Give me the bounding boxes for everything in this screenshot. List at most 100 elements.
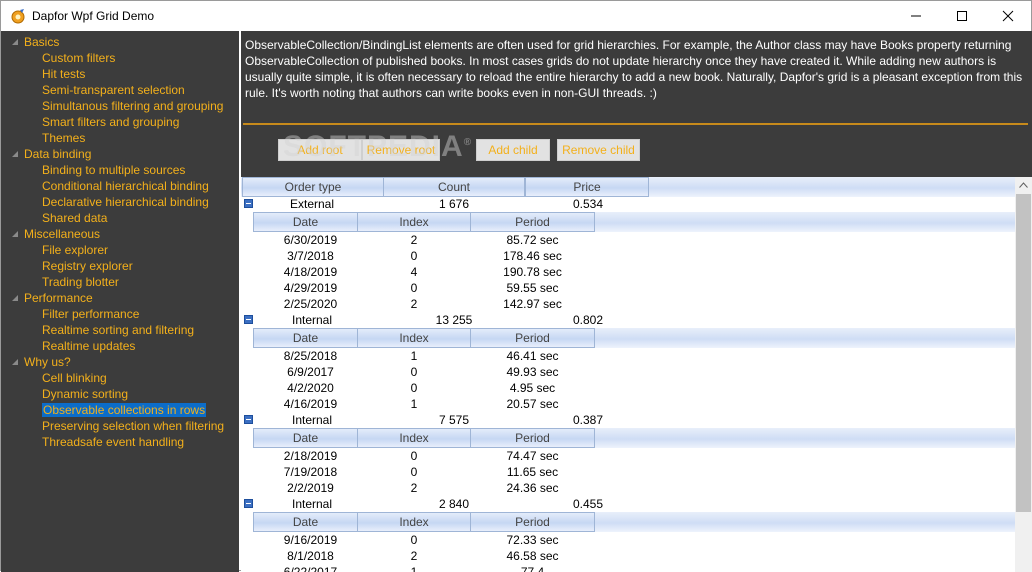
title-bar[interactable]: Dapfor Wpf Grid Demo <box>1 1 1031 31</box>
vertical-scrollbar[interactable] <box>1015 177 1032 572</box>
child-column-header[interactable]: Date <box>253 512 358 532</box>
navigation-tree[interactable]: Basics Custom filters Hit tests Semi-transp… <box>1 31 239 572</box>
column-header[interactable]: Order type <box>242 177 384 197</box>
tree-item-label: Cell blinking <box>42 371 107 385</box>
hierarchical-grid[interactable]: Order type Count Price External 1 676 0.534 Da… <box>241 177 1032 572</box>
period-cell: 59.55 sec <box>506 281 559 295</box>
price-cell: 0.455 <box>572 497 604 511</box>
date-cell: 2/2/2019 <box>287 481 334 495</box>
minimize-icon <box>911 15 921 17</box>
expanded-arrow-icon[interactable] <box>10 37 20 47</box>
index-cell: 0 <box>410 365 418 379</box>
tree-item[interactable]: Preserving selection when filtering <box>42 418 224 434</box>
tree-item[interactable]: Smart filters and grouping <box>42 114 179 130</box>
tree-item-label: Dynamic sorting <box>42 387 129 401</box>
date-cell: 2/25/2020 <box>283 297 338 311</box>
close-button[interactable] <box>985 1 1031 31</box>
remove-root-button[interactable]: Remove root <box>362 139 440 161</box>
column-header[interactable]: Count <box>383 177 525 197</box>
tree-item[interactable]: Shared data <box>42 210 107 226</box>
tree-item[interactable]: Realtime updates <box>42 338 135 354</box>
child-column-header[interactable]: Index <box>357 212 471 232</box>
add-child-button[interactable]: Add child <box>476 139 550 161</box>
tree-item-label: Themes <box>42 131 86 145</box>
tree-item[interactable]: Hit tests <box>42 66 85 82</box>
date-cell: 4/2/2020 <box>287 381 334 395</box>
tree-item[interactable]: Realtime sorting and filtering <box>42 322 194 338</box>
count-cell: 2 840 <box>438 497 470 511</box>
index-cell: 0 <box>410 533 418 547</box>
child-column-header[interactable]: Date <box>253 428 358 448</box>
price-cell: 0.802 <box>572 313 604 327</box>
expanded-arrow-icon[interactable] <box>10 229 20 239</box>
child-column-header[interactable]: Index <box>357 328 471 348</box>
window-title: Dapfor Wpf Grid Demo <box>32 9 155 23</box>
date-cell: 4/16/2019 <box>283 397 338 411</box>
tree-group-2[interactable]: Miscellaneous <box>1 226 239 242</box>
tree-item[interactable]: Dynamic sorting <box>42 386 128 402</box>
maximize-button[interactable] <box>939 1 985 31</box>
tree-item-label: File explorer <box>42 243 109 257</box>
expanded-arrow-icon[interactable] <box>10 149 20 159</box>
child-column-header[interactable]: Index <box>357 512 471 532</box>
index-cell: 0 <box>410 381 418 395</box>
tree-item[interactable]: Trading blotter <box>42 274 119 290</box>
tree-group-0[interactable]: Basics <box>1 34 239 50</box>
count-cell: 1 676 <box>438 197 470 211</box>
tree-item-label: Simultanous filtering and grouping <box>42 99 224 113</box>
minimize-button[interactable] <box>893 1 939 31</box>
date-cell: 6/30/2019 <box>283 233 338 247</box>
period-cell: 20.57 sec <box>506 397 559 411</box>
tree-item[interactable]: Filter performance <box>42 306 139 322</box>
tree-item[interactable]: Cell blinking <box>42 370 107 386</box>
index-cell: 2 <box>410 297 418 311</box>
tree-item[interactable]: Custom filters <box>42 50 115 66</box>
add-root-button[interactable]: Add root <box>278 139 362 161</box>
scrollbar-thumb[interactable] <box>1016 194 1031 512</box>
tree-item[interactable]: Conditional hierarchical binding <box>42 178 209 194</box>
tree-item[interactable]: Threadsafe event handling <box>42 434 184 450</box>
tree-item-label: Threadsafe event handling <box>42 435 185 449</box>
order-type-cell: Internal <box>291 497 333 511</box>
child-column-header[interactable]: Period <box>470 512 595 532</box>
tree-group-label: Why us? <box>24 355 71 369</box>
child-column-header[interactable]: Period <box>470 328 595 348</box>
period-cell: 178.46 sec <box>503 249 562 263</box>
period-cell: 74.47 sec <box>506 449 559 463</box>
period-cell: 24.36 sec <box>506 481 559 495</box>
app-icon <box>11 9 25 24</box>
index-cell: 4 <box>410 265 418 279</box>
child-column-header[interactable]: Date <box>253 328 358 348</box>
tree-group-3[interactable]: Performance <box>1 290 239 306</box>
tree-group-1[interactable]: Data binding <box>1 146 239 162</box>
date-cell: 8/25/2018 <box>283 349 338 363</box>
tree-item[interactable]: Registry explorer <box>42 258 133 274</box>
child-column-header[interactable]: Period <box>470 428 595 448</box>
toolbar: Add root Remove root Add child Remove ch… <box>241 123 1032 177</box>
description-text: ObservableCollection/BindingList element… <box>241 31 1032 123</box>
tree-item[interactable]: Simultanous filtering and grouping <box>42 98 223 114</box>
column-header[interactable]: Price <box>525 177 649 197</box>
count-cell: 7 575 <box>438 413 470 427</box>
tree-item[interactable]: Declarative hierarchical binding <box>42 194 209 210</box>
tree-item-label: Hit tests <box>42 67 86 81</box>
tree-item[interactable]: Semi-transparent selection <box>42 82 185 98</box>
tree-item[interactable]: Binding to multiple sources <box>42 162 185 178</box>
separator-line <box>243 123 1028 125</box>
scroll-up-icon[interactable] <box>1019 182 1028 188</box>
child-column-header[interactable]: Index <box>357 428 471 448</box>
tree-item-label: Conditional hierarchical binding <box>42 179 209 193</box>
child-column-header[interactable]: Period <box>470 212 595 232</box>
expanded-arrow-icon[interactable] <box>10 357 20 367</box>
app-window: Dapfor Wpf Grid Demo Basics Custom filter… <box>0 0 1032 572</box>
tree-group-4[interactable]: Why us? <box>1 354 239 370</box>
tree-item-label: Observable collections in rows <box>42 403 207 417</box>
tree-item[interactable]: File explorer <box>42 242 108 258</box>
tree-item[interactable]: Observable collections in rows <box>42 402 207 418</box>
remove-child-button[interactable]: Remove child <box>557 139 640 161</box>
tree-item[interactable]: Themes <box>42 130 85 146</box>
child-column-header[interactable]: Date <box>253 212 358 232</box>
expanded-arrow-icon[interactable] <box>10 293 20 303</box>
index-cell: 2 <box>410 233 418 247</box>
maximize-icon <box>957 11 967 21</box>
